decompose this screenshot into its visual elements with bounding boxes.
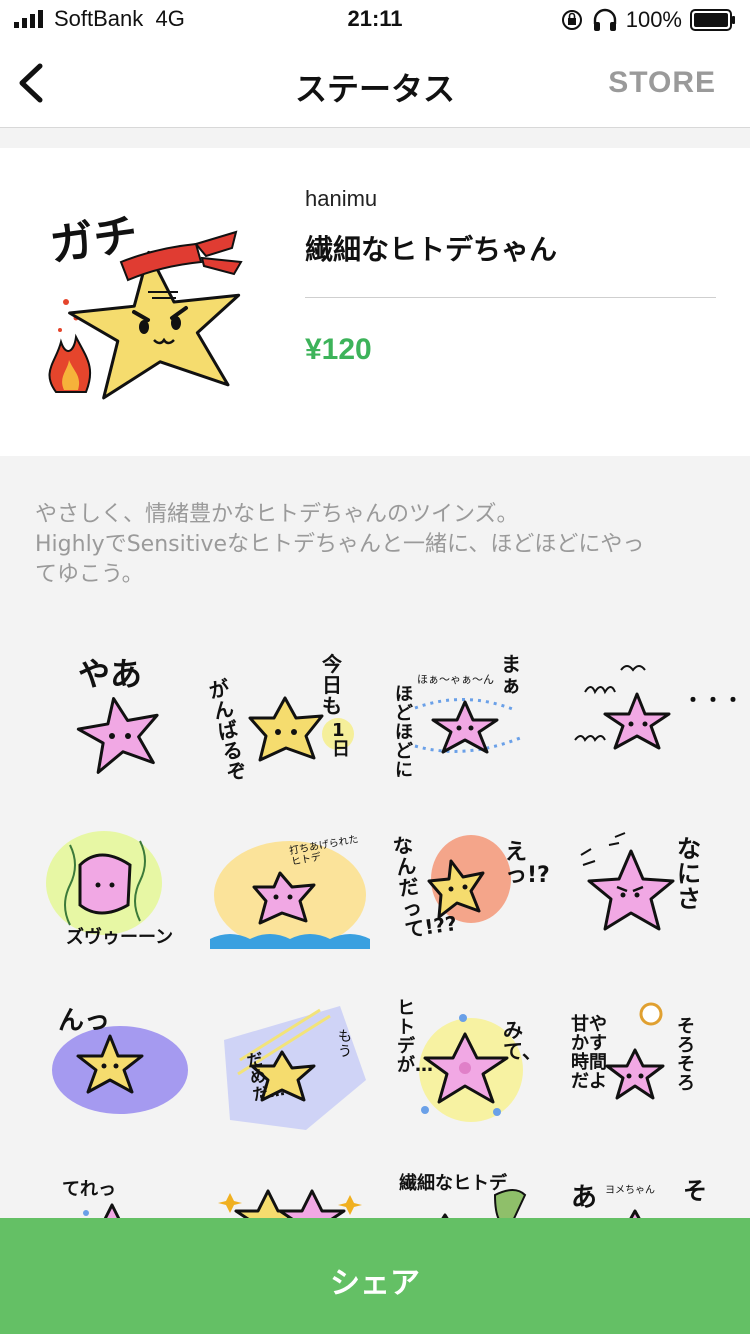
price-label: ¥120 (305, 333, 372, 366)
battery-icon (690, 9, 735, 31)
sticker-item[interactable]: もう だめだ… (210, 1000, 370, 1140)
sticker-item[interactable]: ズヴゥーーン (40, 825, 200, 965)
author-name[interactable]: hanimu (305, 186, 377, 212)
svg-text:ヨメちゃん: ヨメちゃん (605, 1184, 655, 1196)
sticker-item[interactable]: なにさ (565, 825, 725, 965)
sticker-text: ズヴゥーーン (66, 927, 174, 948)
sticker-text: やあ (78, 655, 143, 693)
sticker-item[interactable]: 打ちあげられたヒトデ (210, 825, 370, 965)
sticker-text: なにさ (677, 835, 701, 914)
sticker-text: ヒトデが… (397, 998, 433, 1076)
sticker-text: 1日 (332, 720, 350, 760)
sticker-item[interactable]: んっ (40, 1000, 200, 1140)
share-button-label: シェア (330, 1267, 420, 1300)
sticker-text: ・・・ (683, 688, 743, 712)
description-line: やさしく、情緒豊かなヒトデちゃんのツインズ。 (35, 502, 519, 527)
sticker-item[interactable]: 甘やかす時間だよ そろそろ (565, 1000, 725, 1140)
product-description: やさしく、情緒豊かなヒトデちゃんのツインズ。 HighlyでSensitiveな… (35, 500, 715, 590)
sticker-item[interactable]: がんばるぞ 今日も 1日 (207, 650, 370, 790)
sticker-text: えっ!? (505, 840, 550, 889)
sticker-text: 今日も (322, 652, 342, 718)
sticker-item[interactable]: ヒトデが… みて、 (385, 998, 545, 1140)
main-sticker-image[interactable]: ガチ (36, 192, 276, 412)
sticker-text: もう (338, 1029, 352, 1060)
orientation-lock-icon (561, 10, 582, 30)
product-name: 繊細なヒトデちゃん (305, 233, 558, 266)
sticker-text: ほどほどに (395, 684, 413, 781)
sticker-text: そろそろ (677, 1016, 695, 1094)
sticker-text: 繊細なヒトデ (399, 1173, 507, 1194)
product-card: ガチ hanimu 繊細なヒトデちゃん ¥120 (0, 148, 750, 456)
divider (305, 297, 716, 298)
status-bar: SoftBank 4G 21:11 100% (0, 0, 750, 40)
sticker-text: まぁ (501, 652, 521, 697)
sticker-text: てれっ (62, 1179, 116, 1200)
sticker-item[interactable]: なんだって!?? えっ!? (385, 825, 550, 965)
description-line: HighlyでSensitiveなヒトデちゃんと一緒に、ほどほどにやっ (35, 532, 645, 557)
store-link[interactable]: STORE (608, 66, 716, 100)
sticker-text: んっ (58, 1006, 111, 1036)
sticker-item[interactable]: まぁ ほどほどに ほぁ〜ゃぁ〜ん (385, 650, 545, 790)
battery-percent: 100% (625, 7, 682, 32)
headphones-icon (593, 8, 616, 31)
sticker-text: あ (571, 1183, 598, 1213)
description-line: てゆこう。 (35, 562, 144, 587)
svg-text:そ: そ (683, 1177, 707, 1205)
sticker-item[interactable]: やあ (40, 650, 200, 790)
sticker-text: みて、 (503, 1018, 542, 1063)
nav-bar: ステータス STORE (0, 40, 750, 128)
sticker-text: ほぁ〜ゃぁ〜ん (417, 673, 494, 686)
sticker-text: 甘やかす時間だよ (571, 1014, 607, 1092)
share-button[interactable]: シェア (0, 1218, 750, 1334)
sticker-item[interactable]: ・・・ (565, 650, 743, 790)
